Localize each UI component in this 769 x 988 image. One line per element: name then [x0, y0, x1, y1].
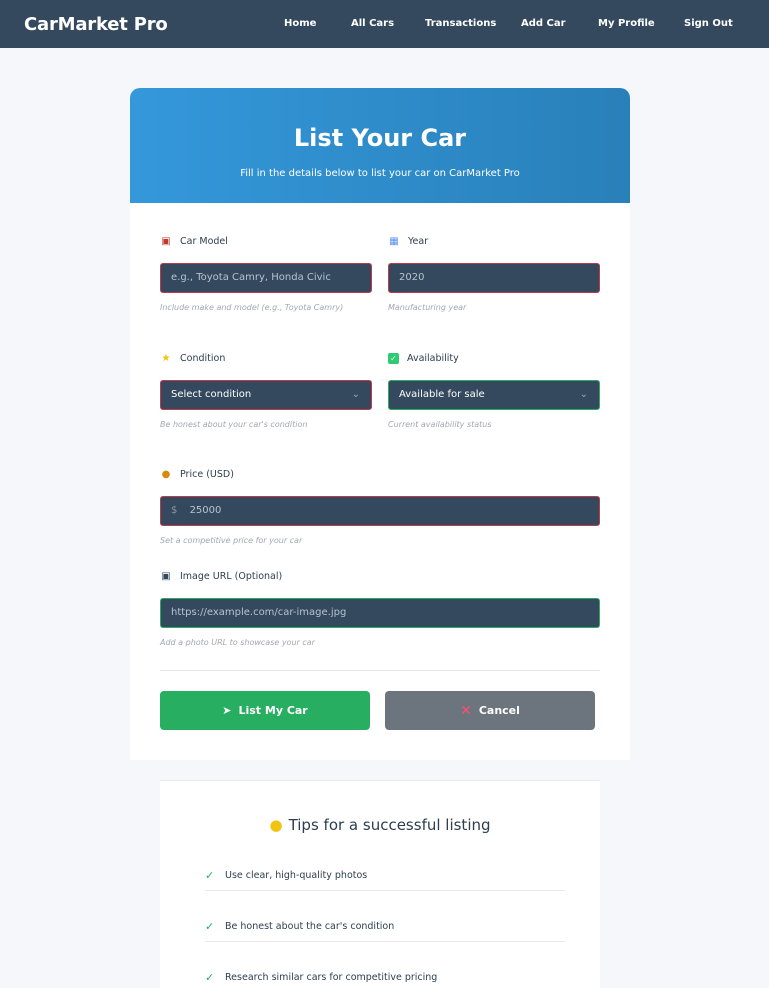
price-hint: Set a competitive price for your car	[160, 536, 303, 545]
image-url-label-text: Image URL (Optional)	[180, 571, 283, 582]
navbar: CarMarket Pro Home All Cars Transactions…	[0, 0, 769, 48]
currency-symbol: $	[171, 505, 178, 516]
tips-title-text: Tips for a successful listing	[288, 816, 491, 834]
image-url-input[interactable]: https://example.com/car-image.jpg	[160, 598, 600, 628]
nav-link-home[interactable]: Home	[284, 0, 316, 48]
check-icon: ✓	[205, 920, 215, 933]
list-car-card: List Your Car Fill in the details below …	[130, 88, 630, 988]
calendar-icon: ▦	[389, 236, 399, 247]
nav-links: Home All Cars Transactions Add Car My Pr…	[0, 0, 769, 48]
condition-hint: Be honest about your car's condition	[160, 420, 308, 429]
tip-text: Be honest about the car's condition	[225, 921, 395, 932]
list-my-car-label: List My Car	[238, 704, 308, 717]
availability-value: Available for sale	[399, 389, 485, 400]
check-icon: ✓	[205, 971, 215, 984]
card-header: List Your Car Fill in the details below …	[130, 88, 630, 203]
year-label: ▦ Year	[388, 236, 428, 247]
year-hint: Manufacturing year	[388, 303, 467, 312]
availability-label: ✓ Availability	[388, 353, 459, 364]
nav-link-add-car[interactable]: Add Car	[521, 0, 566, 48]
page-subtitle: Fill in the details below to list your c…	[240, 168, 520, 179]
tip-text: Research similar cars for competitive pr…	[225, 972, 438, 983]
tips-card: ● Tips for a successful listing ✓ Use cle…	[160, 780, 600, 988]
image-url-placeholder: https://example.com/car-image.jpg	[171, 607, 347, 618]
tips-section: ● Tips for a successful listing ✓ Use cle…	[130, 760, 630, 988]
lightbulb-icon: ●	[269, 816, 283, 834]
nav-link-my-profile[interactable]: My Profile	[598, 0, 655, 48]
nav-link-sign-out[interactable]: Sign Out	[684, 0, 733, 48]
year-label-text: Year	[408, 236, 429, 247]
car-model-input[interactable]: e.g., Toyota Camry, Honda Civic	[160, 263, 372, 293]
price-value: 25000	[189, 505, 222, 516]
rocket-icon: ➤	[222, 704, 232, 717]
cancel-button[interactable]: ✕ Cancel	[385, 691, 595, 730]
car-model-placeholder: e.g., Toyota Camry, Honda Civic	[171, 272, 331, 283]
year-value: 2020	[399, 272, 425, 283]
tips-title: ● Tips for a successful listing	[160, 816, 600, 834]
list-my-car-button[interactable]: ➤ List My Car	[160, 691, 370, 730]
tip-item: ✓ Use clear, high-quality photos	[205, 861, 565, 891]
availability-select[interactable]: Available for sale ⌄	[388, 380, 600, 410]
condition-label-text: Condition	[180, 353, 226, 364]
availability-hint: Current availability status	[388, 420, 492, 429]
page-title: List Your Car	[293, 124, 467, 152]
availability-label-text: Availability	[407, 353, 459, 364]
nav-link-transactions[interactable]: Transactions	[425, 0, 496, 48]
cancel-label: Cancel	[478, 704, 520, 717]
image-url-label: ▣ Image URL (Optional)	[160, 571, 282, 582]
chevron-down-icon: ⌄	[579, 389, 588, 400]
image-url-hint: Add a photo URL to showcase your car	[160, 638, 315, 647]
condition-label: ★ Condition	[160, 353, 226, 364]
year-input[interactable]: 2020	[388, 263, 600, 293]
price-input[interactable]: $ 25000	[160, 496, 600, 526]
car-model-label-text: Car Model	[180, 236, 228, 247]
checkbox-icon: ✓	[388, 353, 399, 364]
car-icon: ▣	[161, 236, 171, 247]
car-model-hint: Include make and model (e.g., Toyota Cam…	[160, 303, 344, 312]
cross-icon: ✕	[460, 702, 472, 719]
divider	[160, 670, 600, 671]
money-bag-icon: ●	[161, 469, 171, 480]
car-model-label: ▣ Car Model	[160, 236, 228, 247]
tip-item: ✓ Be honest about the car's condition	[205, 912, 565, 942]
camera-icon: ▣	[161, 571, 171, 582]
price-label: ● Price (USD)	[160, 469, 234, 480]
condition-value: Select condition	[171, 389, 252, 400]
check-icon: ✓	[205, 869, 215, 882]
condition-select[interactable]: Select condition ⌄	[160, 380, 372, 410]
star-icon: ★	[161, 353, 171, 364]
tip-item: ✓ Research similar cars for competitive …	[205, 963, 565, 988]
price-label-text: Price (USD)	[180, 469, 234, 480]
chevron-down-icon: ⌄	[351, 389, 360, 400]
tip-text: Use clear, high-quality photos	[225, 870, 368, 881]
nav-link-all-cars[interactable]: All Cars	[351, 0, 394, 48]
